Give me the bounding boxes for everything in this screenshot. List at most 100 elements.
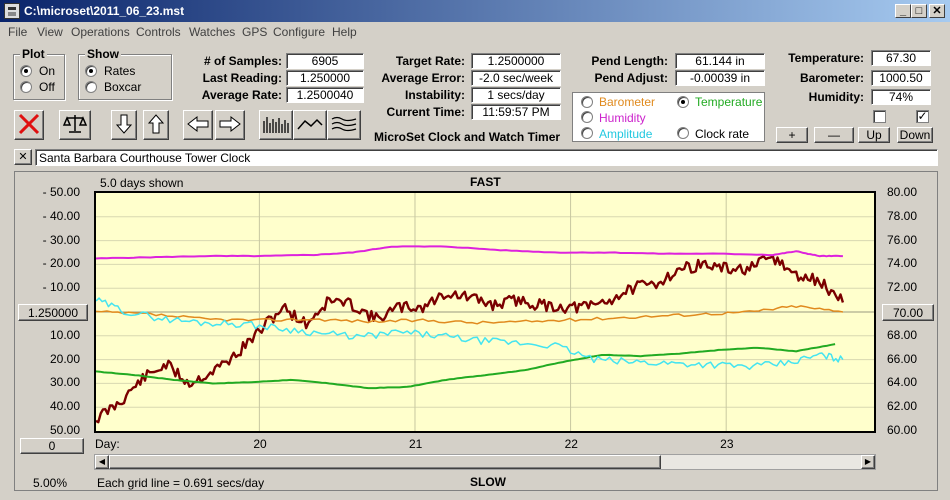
zoom-plus-button[interactable]: + <box>776 127 808 143</box>
pend-length-value[interactable]: 61.144 in <box>675 53 765 69</box>
left-tick-label: 40.00 <box>49 399 80 414</box>
humidity-radio[interactable] <box>581 111 593 123</box>
temperature-label: Temperature: <box>788 51 864 65</box>
chart-svg <box>95 193 874 431</box>
red-x-icon <box>18 113 40 135</box>
right-tick-label: 62.00 <box>887 399 918 414</box>
clock-rate-radio[interactable] <box>677 127 689 139</box>
plot-group-title: Plot <box>20 47 47 61</box>
app-icon[interactable] <box>4 3 20 19</box>
barometer-option-label: Barometer <box>599 95 656 109</box>
offset-button[interactable]: 0 <box>20 438 84 454</box>
arrow-down-icon <box>115 114 133 134</box>
avg-rate-label: Average Rate: <box>201 88 282 102</box>
left-tick-label: - 30.00 <box>42 232 80 247</box>
show-rates-radio[interactable] <box>85 65 97 77</box>
temperature-value: 67.30 <box>871 50 931 66</box>
menu-watches[interactable]: Watches <box>189 25 235 39</box>
down-arrow-button[interactable] <box>111 110 137 140</box>
minimize-button[interactable]: _ <box>895 4 911 18</box>
scroll-up-button[interactable]: Up <box>858 127 890 143</box>
horizontal-scrollbar[interactable]: ◀ ▶ <box>94 454 876 470</box>
fast-label: FAST <box>470 175 501 189</box>
humidity-value: 74% <box>871 89 931 105</box>
left-tick-label: - 50.00 <box>42 185 80 199</box>
menu-view[interactable]: View <box>37 25 63 39</box>
left-arrow-button[interactable] <box>183 110 213 140</box>
temperature-radio[interactable] <box>677 96 689 108</box>
left-tick-label: - 20.00 <box>42 256 80 271</box>
left-tick-label: 20.00 <box>49 351 80 366</box>
scroll-left-button[interactable]: ◀ <box>95 455 109 469</box>
show-group-title: Show <box>85 47 121 61</box>
show-group: Show Rates Boxcar <box>78 47 172 100</box>
close-button[interactable]: ✕ <box>929 4 945 18</box>
clock-rate-option-label: Clock rate <box>695 127 750 141</box>
humidity-series-line <box>95 245 843 260</box>
barometer-series-line <box>95 305 844 325</box>
x-axis-label: Day: <box>95 437 120 451</box>
show-boxcar-radio[interactable] <box>85 81 97 93</box>
up-arrow-button[interactable] <box>143 110 169 140</box>
right-tick-label: 64.00 <box>887 375 918 390</box>
left-tick-label: - 40.00 <box>42 208 80 223</box>
temperature-series-line <box>95 343 836 390</box>
description-input[interactable] <box>35 149 938 166</box>
checkbox-left[interactable] <box>873 110 886 123</box>
pend-adjust-label: Pend Adjust: <box>594 71 668 85</box>
barometer-label: Barometer: <box>799 71 864 85</box>
checkbox-right[interactable]: ✓ <box>916 110 929 123</box>
plot-on-radio[interactable] <box>20 65 32 77</box>
pend-adjust-value: -0.00039 in <box>675 70 765 86</box>
slow-label: SLOW <box>470 475 506 489</box>
right-tick-label: 60.00 <box>887 423 918 437</box>
menu-gps[interactable]: GPS <box>242 25 267 39</box>
right-tick-label: 78.00 <box>887 208 918 223</box>
left-tick-label: 30.00 <box>49 375 80 390</box>
menu-controls[interactable]: Controls <box>136 25 181 39</box>
scroll-down-button[interactable]: Down <box>897 127 933 143</box>
wave-view-button[interactable] <box>327 110 361 140</box>
amplitude-option-label: Amplitude <box>599 127 653 141</box>
bars-view-button[interactable] <box>259 110 293 140</box>
barometer-radio[interactable] <box>581 96 593 108</box>
target-rate-label: Target Rate: <box>395 54 465 68</box>
menu-operations[interactable]: Operations <box>71 25 130 39</box>
amplitude-radio[interactable] <box>581 127 593 139</box>
maximize-button[interactable]: □ <box>911 4 927 18</box>
plot-on-label: On <box>39 64 56 78</box>
line-view-button[interactable] <box>293 110 327 140</box>
window-title: C:\microset\2011_06_23.mst <box>24 4 185 18</box>
clear-description-button[interactable]: ✕ <box>14 149 32 165</box>
right-tick-label: 72.00 <box>887 280 918 295</box>
scroll-right-button[interactable]: ▶ <box>861 455 875 469</box>
center-value-button[interactable]: 1.250000 <box>18 304 88 321</box>
scrollbar-thumb[interactable] <box>109 455 661 469</box>
app-name-label: MicroSet Clock and Watch Timer <box>374 130 561 144</box>
right-tick-label: 68.00 <box>887 327 918 342</box>
menu-file[interactable]: File <box>8 25 27 39</box>
line-chart-icon <box>297 118 323 129</box>
plot-off-radio[interactable] <box>20 81 32 93</box>
menu-configure[interactable]: Configure <box>273 25 325 39</box>
arrow-up-icon <box>147 113 165 133</box>
balance-button[interactable] <box>59 110 91 140</box>
x-tick-label: 23 <box>720 437 734 451</box>
stop-button[interactable] <box>14 110 44 140</box>
bar-chart-icon <box>263 116 289 133</box>
current-time-label: Current Time: <box>386 105 465 119</box>
right-tick-label: 74.00 <box>887 256 918 271</box>
center-right-value-button[interactable]: 70.00 <box>882 304 934 321</box>
menu-help[interactable]: Help <box>332 25 357 39</box>
instability-label: Instability: <box>404 88 465 102</box>
x-tick-label: 22 <box>564 437 578 451</box>
left-tick-label: - 10.00 <box>42 280 80 295</box>
target-rate-value[interactable]: 1.2500000 <box>471 53 561 69</box>
left-tick-label: 50.00 <box>49 423 80 437</box>
right-arrow-button[interactable] <box>215 110 245 140</box>
pend-length-label: Pend Length: <box>591 54 668 68</box>
plot-area[interactable] <box>94 191 876 433</box>
plot-off-label: Off <box>39 80 55 94</box>
zoom-minus-button[interactable]: — <box>814 127 854 143</box>
samples-label: # of Samples: <box>203 54 282 68</box>
